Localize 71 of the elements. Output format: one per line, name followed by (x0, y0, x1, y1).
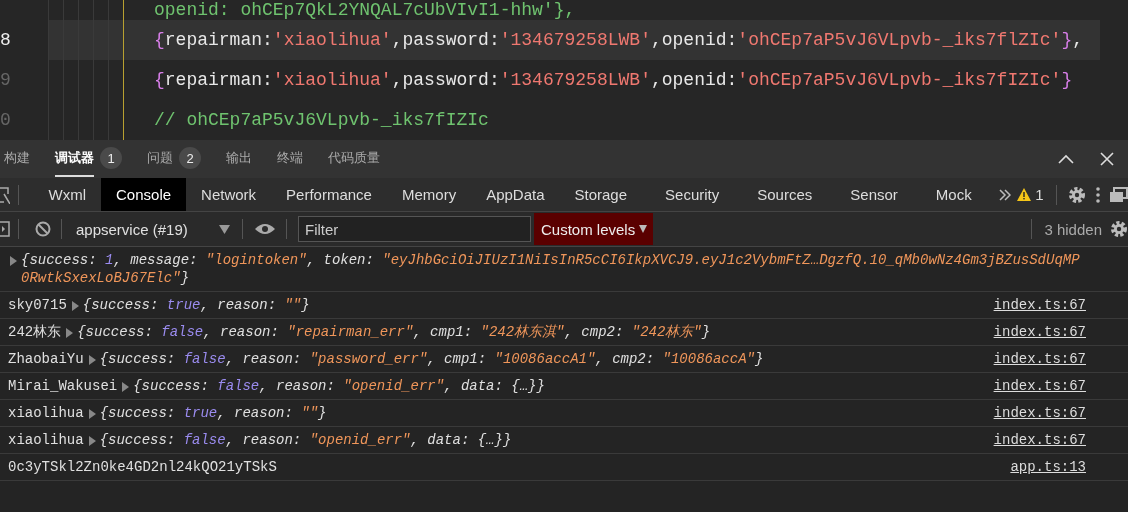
caret-icon (219, 224, 230, 234)
expand-arrow-icon[interactable] (10, 256, 17, 266)
devtools-tab[interactable]: Memory (386, 178, 472, 211)
source-link[interactable]: index.ts:67 (993, 404, 1086, 422)
log-object: {success: false, reason: "openid_err", data: {…}} (133, 377, 546, 395)
devtools-tab[interactable]: Mock (920, 178, 987, 211)
line-number: 8 (0, 30, 11, 50)
expand-arrow-icon[interactable] (88, 355, 96, 365)
source-link[interactable]: index.ts:67 (993, 431, 1086, 449)
caret-icon (639, 225, 648, 233)
source-link[interactable]: app.ts:13 (1010, 458, 1086, 476)
expand-arrow-icon[interactable] (71, 301, 79, 311)
log-object: {success: 1, message: "logintoken", token: "eyJhbGciOiJIUzI1NiIsInR5cCI6IkpXVCJ9.eyJ1c2VybmFtZ…DgzfQ.10_qMb0wNz4Gm3jBZusSdUqMP0RwtkSxexLoBJ67Elc"} (21, 251, 1081, 287)
warning-icon[interactable] (1017, 188, 1032, 201)
code-line: // ohCEp7aP5vJ6VLpvb-_iks7fIZIc (154, 110, 489, 130)
chevron-up-icon[interactable] (1058, 154, 1074, 164)
log-label: 0c3yTSkl2Zn0ke4GD2nl24kQO21yTSkS (8, 458, 277, 476)
expand-arrow-icon[interactable] (66, 328, 74, 338)
expand-arrow-icon[interactable] (122, 382, 130, 392)
panel-tab[interactable]: 构建 (4, 140, 43, 178)
devtools-tab[interactable]: AppData (471, 178, 560, 211)
panel-tab[interactable]: 代码质量 (328, 140, 393, 178)
eye-icon[interactable] (255, 223, 275, 235)
close-icon[interactable] (1100, 152, 1114, 166)
panel-tab[interactable]: 问题 2 (147, 140, 214, 178)
log-label: sky0715 (8, 296, 67, 314)
sidebar-icon[interactable] (0, 221, 10, 237)
log-label: xiaolihua (8, 431, 84, 449)
dock-icon[interactable] (1109, 186, 1128, 203)
log-object: {success: false, reason: "password_err", cmp1: "10086accA1", cmp2: "10086accA"} (99, 350, 765, 368)
source-link[interactable]: index.ts:67 (993, 377, 1086, 395)
log-object: {success: false, reason: "openid_err", data: {…}} (99, 431, 513, 449)
panel-tab[interactable]: 输出 (226, 140, 265, 178)
log-label: Mirai_Wakusei (8, 377, 118, 395)
devtools-tab[interactable]: Storage (559, 178, 643, 211)
line-number: 9 (0, 70, 11, 90)
log-label: ZhaobaiYu (8, 350, 84, 368)
devtools-tab[interactable]: Sources (742, 178, 828, 211)
more-icon[interactable] (1095, 185, 1100, 204)
double-chevron-icon[interactable] (998, 188, 1011, 201)
devtools-tab[interactable]: Network (186, 178, 272, 211)
settings-icon[interactable] (1110, 220, 1128, 238)
log-object: {success: true, reason: ""} (82, 296, 311, 314)
clear-console-icon[interactable] (35, 221, 51, 237)
log-label: 242林东 (8, 323, 62, 341)
settings-icon[interactable] (1068, 185, 1087, 204)
source-link[interactable]: index.ts:67 (993, 296, 1086, 314)
expand-arrow-icon[interactable] (88, 436, 96, 446)
hidden-count: 3 hidden (1044, 220, 1102, 238)
expand-arrow-icon[interactable] (88, 409, 96, 419)
line-number: 0 (0, 110, 11, 130)
panel-tab[interactable]: 终端 (277, 140, 316, 178)
inspect-icon[interactable] (0, 185, 10, 204)
devtools-tab[interactable]: Wxml (33, 178, 102, 211)
filter-field[interactable]: Filter (298, 216, 531, 242)
devtools-tab[interactable]: Console (101, 178, 187, 211)
code-line: {repairman:'xiaolihua',password:'134679258LWB',openid:'ohCEp7aP5vJ6VLpvb-_iks7flZIc'}, (154, 30, 1084, 50)
warning-count: 1 (1035, 186, 1044, 203)
custom-levels-dropdown[interactable]: Custom levels (534, 213, 654, 245)
devtools-tab[interactable]: Security (650, 178, 735, 211)
code-line: openid: ohCEp7QkL2YNQAL7cUbVIvI1-hhw'}, (154, 0, 576, 20)
panel-tab[interactable]: 调试器 1 (55, 140, 135, 178)
devtools-tab[interactable]: Performance (271, 178, 387, 211)
log-label: xiaolihua (8, 404, 84, 422)
log-object: {success: true, reason: ""} (99, 404, 328, 422)
context-select[interactable]: appservice (#19) (68, 220, 238, 238)
source-link[interactable]: index.ts:67 (993, 350, 1086, 368)
log-object: {success: false, reason: "repairman_err", cmp1: "242林东淇", cmp2: "242林东"} (77, 323, 712, 341)
code-line: {repairman:'xiaolihua',password:'134679258LWB',openid:'ohCEp7aP5vJ6VLpvb-_iks7fIZIc'} (154, 70, 1073, 90)
source-link[interactable]: index.ts:67 (993, 323, 1086, 341)
devtools-tab[interactable]: Sensor (835, 178, 913, 211)
